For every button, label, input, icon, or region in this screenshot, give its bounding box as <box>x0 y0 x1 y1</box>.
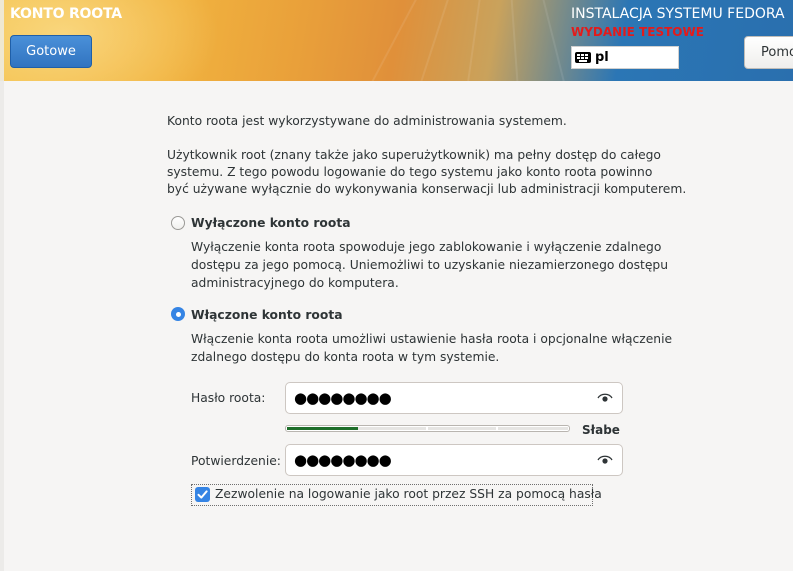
description-line: zdalnego dostępu do konta roota w tym sy… <box>191 350 500 364</box>
keyboard-layout-indicator[interactable]: pl <box>571 46 679 69</box>
confirm-password-label: Potwierdzenie: <box>191 454 281 468</box>
checkmark-icon <box>197 490 208 499</box>
page-title: KONTO ROOTA <box>10 6 122 22</box>
confirm-password-field[interactable]: ●●●●●●●● <box>285 444 623 476</box>
header-bar: KONTO ROOTA Gotowe INSTALACJA SYSTEMU FE… <box>0 0 793 81</box>
header-decoration <box>463 0 482 81</box>
strength-segment <box>358 427 426 430</box>
description-line: Włączenie konta roota umożliwi ustawieni… <box>191 332 673 346</box>
enable-root-title: Włączone konto roota <box>191 308 343 322</box>
keyboard-icon <box>575 52 591 63</box>
show-confirm-eye-icon[interactable] <box>597 454 613 466</box>
header-decoration <box>363 0 422 81</box>
password-strength-meter <box>285 425 570 432</box>
root-password-field[interactable]: ●●●●●●●● <box>285 382 623 414</box>
disable-root-radio[interactable] <box>171 216 185 230</box>
done-button[interactable]: Gotowe <box>10 35 92 68</box>
root-details-line: systemu. Z tego powodu logowanie do tego… <box>167 165 653 179</box>
description-line: dostępu za jego pomocą. Uniemożliwi to u… <box>191 258 669 272</box>
confirm-password-value: ●●●●●●●● <box>294 451 392 469</box>
strength-segment <box>498 427 568 430</box>
strength-segment <box>428 427 496 430</box>
description-line: Wyłączenie konta roota spowoduje jego za… <box>191 240 662 254</box>
disable-root-description: Wyłączenie konta roota spowoduje jego za… <box>191 238 668 292</box>
header-decoration <box>510 0 521 81</box>
product-title: INSTALACJA SYSTEMU FEDORA <box>571 6 785 22</box>
keyboard-layout-label: pl <box>595 50 609 65</box>
content-left-edge <box>0 81 4 571</box>
header-decoration <box>540 0 572 81</box>
enable-root-radio[interactable] <box>171 307 185 321</box>
root-password-label: Hasło roota: <box>191 391 266 405</box>
root-details-text: Użytkownik root (znany także jako superu… <box>167 147 686 198</box>
header-decoration <box>412 0 452 81</box>
enable-root-description: Włączenie konta roota umożliwi ustawieni… <box>191 330 672 366</box>
intro-text: Konto roota jest wykorzystywane do admin… <box>167 114 567 128</box>
root-details-line: być używane wyłącznie do wykonywania kon… <box>167 182 687 196</box>
password-strength-label: Słabe <box>582 423 620 437</box>
disable-root-title: Wyłączone konto roota <box>191 216 351 230</box>
root-password-value: ●●●●●●●● <box>294 389 392 407</box>
help-button[interactable]: Pomoc! <box>744 36 793 69</box>
ssh-login-checkbox[interactable] <box>195 487 210 502</box>
strength-fill <box>287 427 358 430</box>
ssh-login-label[interactable]: Zezwolenie na logowanie jako root przez … <box>215 487 602 501</box>
root-details-line: Użytkownik root (znany także jako superu… <box>167 148 661 162</box>
show-password-eye-icon[interactable] <box>597 392 613 404</box>
description-line: administracyjnego do komputera. <box>191 276 399 290</box>
prerelease-badge: WYDANIE TESTOWE <box>571 25 704 39</box>
